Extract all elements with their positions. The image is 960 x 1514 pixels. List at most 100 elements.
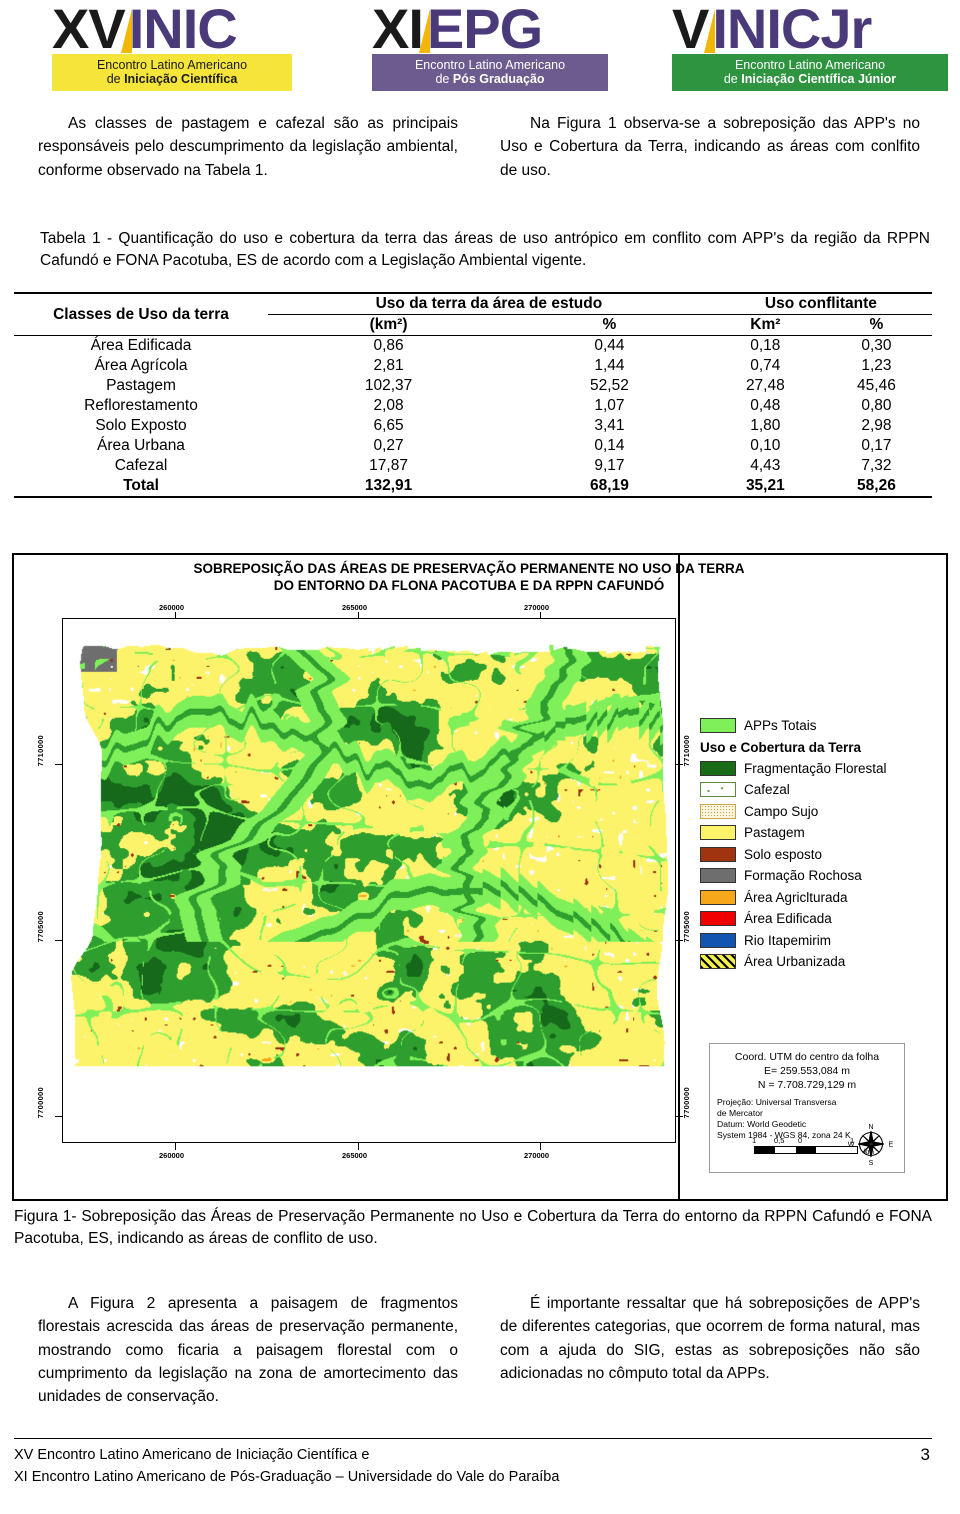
- compass-label-s: S: [869, 1160, 874, 1167]
- footer-line-1: XV Encontro Latino Americano de Iniciaçã…: [14, 1447, 370, 1463]
- logo-xi-epg: XIEPG Encontro Latino Americano de Pós G…: [372, 1, 608, 92]
- logo-accent-triangle-icon: [704, 9, 716, 53]
- table-cell-area: 0,27: [373, 437, 404, 454]
- map-ytick-right-7710000: 7710000: [682, 735, 691, 767]
- map-tickmark-bottom-1: [175, 1143, 176, 1150]
- map-canvas[interactable]: [63, 619, 675, 1142]
- land-use-table: Classes de Uso da terra Uso da terra da …: [14, 292, 932, 498]
- table-cell-classe: Solo Exposto: [95, 417, 187, 434]
- table-cell-area: 6,65: [373, 417, 404, 434]
- map-title-line2: DO ENTORNO DA FLONA PACOTUBA E DA RPPN C…: [273, 577, 665, 593]
- scale-label-05: 0,5: [774, 1136, 785, 1145]
- compass-label-n: N: [868, 1124, 873, 1131]
- table-cell-area_pct: 3,41: [594, 417, 625, 434]
- table-cell-conf_pct: 45,46: [857, 377, 896, 394]
- legend-label: Área Agriclturada: [744, 889, 848, 905]
- scale-bar-labels: 1 0,5 0 1: [752, 1136, 858, 1146]
- map-raster-landcover[interactable]: [63, 619, 675, 1142]
- table-cell-conf_pct: 0,30: [861, 337, 892, 354]
- logo-xi-epg-suffix: EPG: [426, 0, 543, 60]
- map-scale-bar: 1 0,5 0 1 km: [752, 1136, 874, 1156]
- intro-paragraph-right: Na Figura 1 observa-se a sobreposição da…: [500, 115, 920, 179]
- table-cell-conf_pct: 7,32: [861, 457, 892, 474]
- legend-item: Cafezal: [700, 779, 900, 801]
- logo-accent-triangle-icon: [120, 9, 132, 53]
- table-header-classes: Classes de Uso da terra: [53, 305, 229, 323]
- legend-swatch-apps-totais: [700, 718, 736, 734]
- scale-label-1-left: 1: [752, 1136, 757, 1145]
- table-caption: Tabela 1 - Quantificação do uso e cobert…: [40, 230, 930, 270]
- table-cell-area: 17,87: [369, 457, 408, 474]
- table-row: Reflorestamento 2,08 1,07 0,48 0,80: [14, 396, 932, 416]
- legend-swatch: [700, 846, 736, 862]
- map-ytick-right-7700000: 7700000: [682, 1087, 691, 1119]
- figure-1-caption: Figura 1- Sobreposição das Áreas de Pres…: [14, 1208, 932, 1248]
- map-xtick-top-270000: 270000: [524, 603, 550, 612]
- logo-xv-inic: XVINIC Encontro Latino Americano de Inic…: [52, 1, 292, 92]
- table-row: Cafezal 17,87 9,17 4,43 7,32: [14, 456, 932, 476]
- table-cell-area_pct: 68,19: [590, 477, 629, 494]
- map-ytick-right-7705000: 7705000: [682, 911, 691, 943]
- table-cell-conf_pct: 2,98: [861, 417, 892, 434]
- legend-label-apps-totais: APPs Totais: [744, 718, 817, 733]
- document-page: XVINIC Encontro Latino Americano de Inic…: [0, 0, 960, 1514]
- coordbox-projection-line1: Projeção: Universal Transversa: [717, 1096, 837, 1107]
- table-cell-area: 0,86: [373, 337, 404, 354]
- legend-item: Rio Itapemirim: [700, 930, 900, 952]
- legend-item: Área Agriclturada: [700, 887, 900, 909]
- legend-label: Campo Sujo: [744, 803, 819, 819]
- legend-swatch: [700, 803, 736, 819]
- table-cell-area: 102,37: [364, 377, 413, 394]
- north-arrow-icon: N S E W: [844, 1114, 898, 1168]
- map-legend-divider: [678, 555, 680, 1199]
- legend-label: Área Edificada: [744, 911, 832, 926]
- legend-heading-uso-cobertura: Uso e Cobertura da Terra: [700, 739, 862, 755]
- page-footer: XV Encontro Latino Americano de Iniciaçã…: [14, 1438, 932, 1489]
- map-ytick-left-7705000: 7705000: [36, 911, 45, 943]
- scale-seg-3: [795, 1147, 817, 1153]
- table-cell-area_pct: 52,52: [590, 377, 629, 394]
- map-frame[interactable]: [62, 618, 676, 1143]
- legend-swatch: [700, 911, 736, 927]
- legend-label: Solo esposto: [744, 846, 823, 862]
- table-cell-classe: Total: [123, 477, 159, 494]
- table-cell-classe: Área Agrícola: [94, 357, 188, 374]
- legend-item-apps-totais: APPs Totais: [700, 715, 900, 737]
- table-header-group-estudo: Uso da terra da área de estudo: [268, 293, 710, 315]
- scale-label-0: 0: [798, 1136, 803, 1145]
- footer-line-2: XI Encontro Latino Americano de Pós-Grad…: [14, 1468, 560, 1485]
- table-row: Pastagem 102,37 52,52 27,48 45,46: [14, 376, 932, 396]
- table-row: Área Edificada 0,86 0,44 0,18 0,30: [14, 336, 932, 357]
- legend-label: Formação Rochosa: [744, 868, 862, 883]
- logo-xv-inic-prefix: XV: [52, 0, 126, 60]
- table-cell-area_pct: 0,14: [594, 437, 625, 454]
- table-1-container: Classes de Uso da terra Uso da terra da …: [14, 292, 932, 498]
- map-xtick-bottom-260000: 260000: [159, 1151, 185, 1160]
- map-xtick-bottom-265000: 265000: [342, 1151, 368, 1160]
- table-cell-conf: 4,43: [750, 457, 781, 474]
- legend-item: Solo esposto: [700, 844, 900, 866]
- legend-swatch: [700, 954, 736, 970]
- conference-logos-header: XVINIC Encontro Latino Americano de Inic…: [0, 0, 960, 110]
- map-title: SOBREPOSIÇÃO DAS ÁREAS DE PRESERVAÇÃO PE…: [74, 561, 864, 595]
- intro-column-right: Na Figura 1 observa-se a sobreposição da…: [500, 112, 920, 182]
- table-cell-area_pct: 9,17: [594, 457, 625, 474]
- legend-item: Área Urbanizada: [700, 951, 900, 973]
- table-cell-conf: 27,48: [745, 377, 785, 394]
- table-header-sub-conf-km2: Km²: [750, 316, 781, 333]
- logo-xv-inic-banner-line1: Encontro Latino Americano: [96, 58, 248, 73]
- logo-xv-inic-wordmark: XVINIC: [52, 1, 292, 57]
- legend-label: Fragmentação Florestal: [744, 760, 887, 776]
- legend-item: Área Edificada: [700, 908, 900, 930]
- legend-item: Fragmentação Florestal: [700, 758, 900, 780]
- legend-item-list: Fragmentação Florestal Cafezal Campo Sujo P…: [700, 758, 900, 973]
- table-cell-area_pct: 1,07: [594, 397, 625, 414]
- table-header-sub-conf-pct: %: [869, 316, 884, 333]
- table-cell-conf: 1,80: [750, 417, 781, 434]
- table-cell-classe: Reflorestamento: [84, 397, 198, 414]
- map-tickmark-bottom-2: [358, 1143, 359, 1150]
- logo-xv-inic-suffix: INIC: [128, 0, 238, 60]
- legend-item: Formação Rochosa: [700, 865, 900, 887]
- intro-paragraph-left: As classes de pastagem e cafezal são as …: [38, 115, 458, 179]
- legend-label: Rio Itapemirim: [744, 932, 832, 948]
